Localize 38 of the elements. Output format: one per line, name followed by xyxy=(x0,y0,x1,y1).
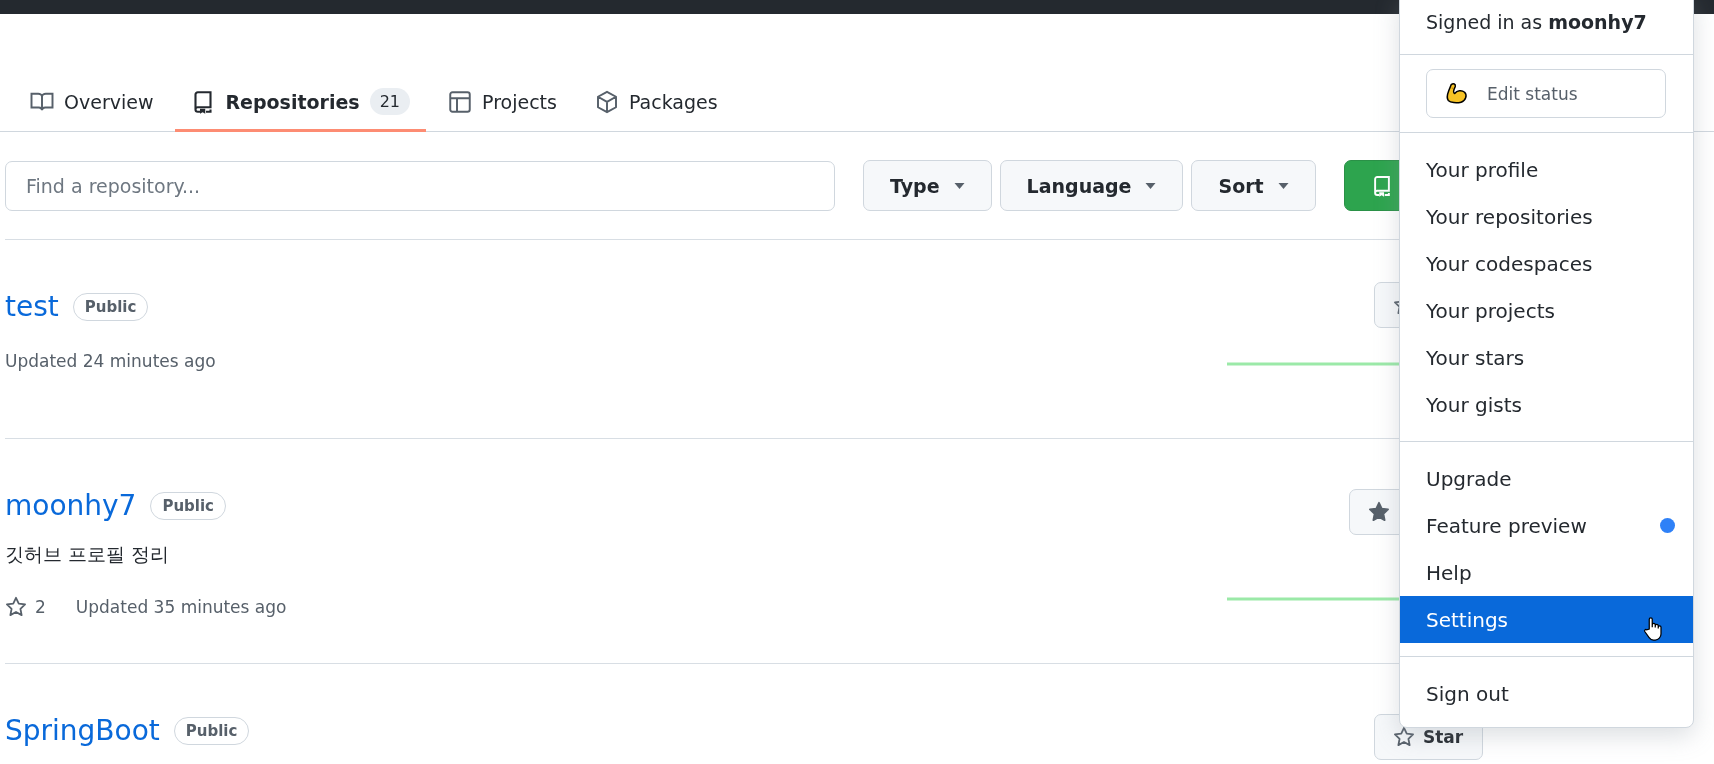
menu-item[interactable]: Help xyxy=(1400,549,1693,596)
star-count[interactable]: 2 xyxy=(35,597,46,617)
menu-item[interactable]: Settings xyxy=(1400,596,1693,643)
menu-item[interactable]: Feature preview xyxy=(1400,502,1693,549)
menu-item[interactable]: Your repositories xyxy=(1400,193,1693,240)
caret-icon xyxy=(1145,182,1157,189)
package-icon xyxy=(594,89,619,114)
menu-item[interactable]: Your codespaces xyxy=(1400,240,1693,287)
nav-tab[interactable]: Overview xyxy=(14,74,170,132)
repository-description: 깃허브 프로필 정리 xyxy=(5,542,171,567)
star-icon xyxy=(5,596,27,618)
edit-status-button[interactable]: Edit status xyxy=(1426,69,1666,118)
filled-star-icon xyxy=(1368,501,1390,523)
menu-item[interactable]: Your projects xyxy=(1400,287,1693,334)
filter-dropdown[interactable]: Sort xyxy=(1191,160,1316,211)
menu-item[interactable]: Your stars xyxy=(1400,334,1693,381)
menu-item[interactable]: Sign out xyxy=(1400,670,1693,717)
filter-dropdown[interactable]: Language xyxy=(999,160,1184,211)
caret-icon xyxy=(1277,182,1289,189)
nav-tab[interactable]: Projects xyxy=(432,74,573,132)
filter-dropdown[interactable]: Type xyxy=(863,160,992,211)
menu-item[interactable]: Your profile xyxy=(1400,146,1693,193)
count-badge: 21 xyxy=(369,88,411,115)
nav-tab[interactable]: Repositories 21 xyxy=(175,74,427,132)
pointer-hand-icon xyxy=(1643,616,1663,642)
table-icon xyxy=(448,89,473,114)
updated-time: Updated 24 minutes ago xyxy=(5,351,216,371)
menu-item[interactable]: Upgrade xyxy=(1400,455,1693,502)
star-icon xyxy=(1393,726,1415,748)
menu-item[interactable]: Your gists xyxy=(1400,381,1693,428)
repository-link[interactable]: moonhy7 xyxy=(5,489,137,522)
repository-link[interactable]: test xyxy=(5,290,59,323)
nav-tab[interactable]: Packages xyxy=(578,74,734,132)
search-field[interactable]: Find a repository... xyxy=(5,160,835,211)
repository-link[interactable]: SpringBoot xyxy=(5,714,160,747)
caret-icon xyxy=(953,182,965,189)
signed-in-text: Signed in as moonhy7 xyxy=(1400,0,1693,55)
updated-time: Updated 35 minutes ago xyxy=(75,597,287,617)
